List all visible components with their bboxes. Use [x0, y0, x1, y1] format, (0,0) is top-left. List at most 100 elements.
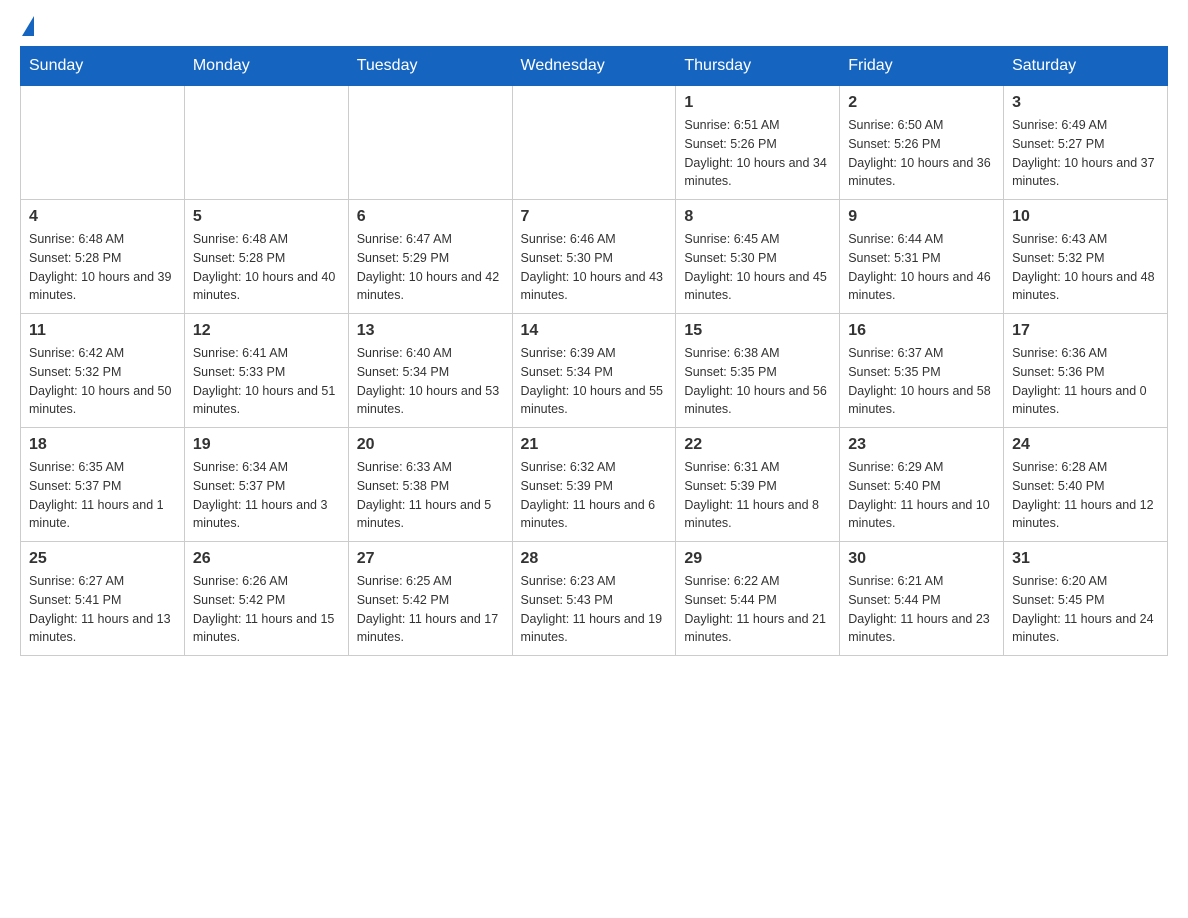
day-number: 19 — [193, 436, 340, 454]
day-number: 31 — [1012, 550, 1159, 568]
calendar-cell: 4Sunrise: 6:48 AM Sunset: 5:28 PM Daylig… — [21, 200, 185, 314]
calendar-cell: 5Sunrise: 6:48 AM Sunset: 5:28 PM Daylig… — [184, 200, 348, 314]
day-number: 7 — [521, 208, 668, 226]
calendar-cell: 24Sunrise: 6:28 AM Sunset: 5:40 PM Dayli… — [1004, 428, 1168, 542]
calendar-cell: 29 Sunrise: 6:22 AM Sunset: 5:44 PM Dayli… — [676, 542, 840, 656]
day-info: Sunrise: 6:25 AM Sunset: 5:42 PM Dayligh… — [357, 572, 504, 647]
day-info: Sunrise: 6:22 AM Sunset: 5:44 PM Dayligh… — [684, 572, 831, 647]
day-info: Sunrise: 6:39 AM Sunset: 5:34 PM Dayligh… — [521, 344, 668, 419]
calendar-cell: 23Sunrise: 6:29 AM Sunset: 5:40 PM Dayli… — [840, 428, 1004, 542]
day-number: 23 — [848, 436, 995, 454]
day-info: Sunrise: 6:50 AM Sunset: 5:26 PM Dayligh… — [848, 116, 995, 191]
day-info: Sunrise: 6:27 AM Sunset: 5:41 PM Dayligh… — [29, 572, 176, 647]
calendar-cell — [512, 86, 676, 200]
day-info: Sunrise: 6:23 AM Sunset: 5:43 PM Dayligh… — [521, 572, 668, 647]
calendar-cell: 6 Sunrise: 6:47 AM Sunset: 5:29 PM Daylig… — [348, 200, 512, 314]
calendar-week-row: 1 Sunrise: 6:51 AM Sunset: 5:26 PM Daylig… — [21, 86, 1168, 200]
day-number: 1 — [684, 94, 831, 112]
calendar-cell: 18 Sunrise: 6:35 AM Sunset: 5:37 PM Dayli… — [21, 428, 185, 542]
calendar-cell: 8 Sunrise: 6:45 AM Sunset: 5:30 PM Daylig… — [676, 200, 840, 314]
calendar-cell: 15 Sunrise: 6:38 AM Sunset: 5:35 PM Dayli… — [676, 314, 840, 428]
day-info: Sunrise: 6:48 AM Sunset: 5:28 PM Dayligh… — [29, 230, 176, 305]
day-number: 10 — [1012, 208, 1159, 226]
calendar-cell: 14 Sunrise: 6:39 AM Sunset: 5:34 PM Dayli… — [512, 314, 676, 428]
calendar-cell: 26 Sunrise: 6:26 AM Sunset: 5:42 PM Dayli… — [184, 542, 348, 656]
calendar-cell — [184, 86, 348, 200]
day-info: Sunrise: 6:45 AM Sunset: 5:30 PM Dayligh… — [684, 230, 831, 305]
day-info: Sunrise: 6:32 AM Sunset: 5:39 PM Dayligh… — [521, 458, 668, 533]
day-number: 29 — [684, 550, 831, 568]
column-header-tuesday: Tuesday — [348, 47, 512, 86]
calendar-header-row: SundayMondayTuesdayWednesdayThursdayFrid… — [21, 47, 1168, 86]
calendar-cell: 7 Sunrise: 6:46 AM Sunset: 5:30 PM Daylig… — [512, 200, 676, 314]
day-number: 28 — [521, 550, 668, 568]
day-info: Sunrise: 6:51 AM Sunset: 5:26 PM Dayligh… — [684, 116, 831, 191]
day-info: Sunrise: 6:42 AM Sunset: 5:32 PM Dayligh… — [29, 344, 176, 419]
day-info: Sunrise: 6:31 AM Sunset: 5:39 PM Dayligh… — [684, 458, 831, 533]
calendar-cell: 2 Sunrise: 6:50 AM Sunset: 5:26 PM Daylig… — [840, 86, 1004, 200]
day-info: Sunrise: 6:46 AM Sunset: 5:30 PM Dayligh… — [521, 230, 668, 305]
calendar-cell: 25 Sunrise: 6:27 AM Sunset: 5:41 PM Dayli… — [21, 542, 185, 656]
calendar-cell: 30Sunrise: 6:21 AM Sunset: 5:44 PM Dayli… — [840, 542, 1004, 656]
day-info: Sunrise: 6:47 AM Sunset: 5:29 PM Dayligh… — [357, 230, 504, 305]
page-header — [20, 20, 1168, 36]
calendar-cell: 16Sunrise: 6:37 AM Sunset: 5:35 PM Dayli… — [840, 314, 1004, 428]
calendar-week-row: 18 Sunrise: 6:35 AM Sunset: 5:37 PM Dayli… — [21, 428, 1168, 542]
calendar-week-row: 11 Sunrise: 6:42 AM Sunset: 5:32 PM Dayli… — [21, 314, 1168, 428]
day-info: Sunrise: 6:33 AM Sunset: 5:38 PM Dayligh… — [357, 458, 504, 533]
day-info: Sunrise: 6:40 AM Sunset: 5:34 PM Dayligh… — [357, 344, 504, 419]
calendar-cell: 21 Sunrise: 6:32 AM Sunset: 5:39 PM Dayli… — [512, 428, 676, 542]
calendar-week-row: 4Sunrise: 6:48 AM Sunset: 5:28 PM Daylig… — [21, 200, 1168, 314]
day-number: 11 — [29, 322, 176, 340]
day-number: 18 — [29, 436, 176, 454]
calendar-cell — [348, 86, 512, 200]
calendar-cell: 1 Sunrise: 6:51 AM Sunset: 5:26 PM Daylig… — [676, 86, 840, 200]
calendar-cell: 13 Sunrise: 6:40 AM Sunset: 5:34 PM Dayli… — [348, 314, 512, 428]
day-number: 17 — [1012, 322, 1159, 340]
day-number: 26 — [193, 550, 340, 568]
day-number: 21 — [521, 436, 668, 454]
calendar-cell: 17 Sunrise: 6:36 AM Sunset: 5:36 PM Dayli… — [1004, 314, 1168, 428]
day-info: Sunrise: 6:21 AM Sunset: 5:44 PM Dayligh… — [848, 572, 995, 647]
calendar-cell: 22 Sunrise: 6:31 AM Sunset: 5:39 PM Dayli… — [676, 428, 840, 542]
day-number: 20 — [357, 436, 504, 454]
day-info: Sunrise: 6:49 AM Sunset: 5:27 PM Dayligh… — [1012, 116, 1159, 191]
column-header-wednesday: Wednesday — [512, 47, 676, 86]
calendar-cell: 31 Sunrise: 6:20 AM Sunset: 5:45 PM Dayli… — [1004, 542, 1168, 656]
day-info: Sunrise: 6:20 AM Sunset: 5:45 PM Dayligh… — [1012, 572, 1159, 647]
calendar-cell: 11 Sunrise: 6:42 AM Sunset: 5:32 PM Dayli… — [21, 314, 185, 428]
day-number: 22 — [684, 436, 831, 454]
day-number: 6 — [357, 208, 504, 226]
day-number: 25 — [29, 550, 176, 568]
calendar-cell: 28 Sunrise: 6:23 AM Sunset: 5:43 PM Dayli… — [512, 542, 676, 656]
column-header-friday: Friday — [840, 47, 1004, 86]
day-info: Sunrise: 6:36 AM Sunset: 5:36 PM Dayligh… — [1012, 344, 1159, 419]
calendar-cell: 10 Sunrise: 6:43 AM Sunset: 5:32 PM Dayli… — [1004, 200, 1168, 314]
day-info: Sunrise: 6:26 AM Sunset: 5:42 PM Dayligh… — [193, 572, 340, 647]
day-number: 2 — [848, 94, 995, 112]
calendar-cell — [21, 86, 185, 200]
day-number: 8 — [684, 208, 831, 226]
day-number: 15 — [684, 322, 831, 340]
calendar-week-row: 25 Sunrise: 6:27 AM Sunset: 5:41 PM Dayli… — [21, 542, 1168, 656]
day-number: 3 — [1012, 94, 1159, 112]
day-info: Sunrise: 6:35 AM Sunset: 5:37 PM Dayligh… — [29, 458, 176, 533]
day-info: Sunrise: 6:43 AM Sunset: 5:32 PM Dayligh… — [1012, 230, 1159, 305]
day-info: Sunrise: 6:48 AM Sunset: 5:28 PM Dayligh… — [193, 230, 340, 305]
column-header-thursday: Thursday — [676, 47, 840, 86]
calendar-cell: 12Sunrise: 6:41 AM Sunset: 5:33 PM Dayli… — [184, 314, 348, 428]
day-number: 13 — [357, 322, 504, 340]
day-number: 24 — [1012, 436, 1159, 454]
day-number: 14 — [521, 322, 668, 340]
calendar-table: SundayMondayTuesdayWednesdayThursdayFrid… — [20, 46, 1168, 656]
column-header-sunday: Sunday — [21, 47, 185, 86]
day-number: 12 — [193, 322, 340, 340]
day-info: Sunrise: 6:38 AM Sunset: 5:35 PM Dayligh… — [684, 344, 831, 419]
day-info: Sunrise: 6:44 AM Sunset: 5:31 PM Dayligh… — [848, 230, 995, 305]
day-info: Sunrise: 6:34 AM Sunset: 5:37 PM Dayligh… — [193, 458, 340, 533]
day-number: 9 — [848, 208, 995, 226]
logo-triangle-icon — [22, 16, 34, 36]
column-header-monday: Monday — [184, 47, 348, 86]
calendar-cell: 9 Sunrise: 6:44 AM Sunset: 5:31 PM Daylig… — [840, 200, 1004, 314]
calendar-cell: 27Sunrise: 6:25 AM Sunset: 5:42 PM Dayli… — [348, 542, 512, 656]
